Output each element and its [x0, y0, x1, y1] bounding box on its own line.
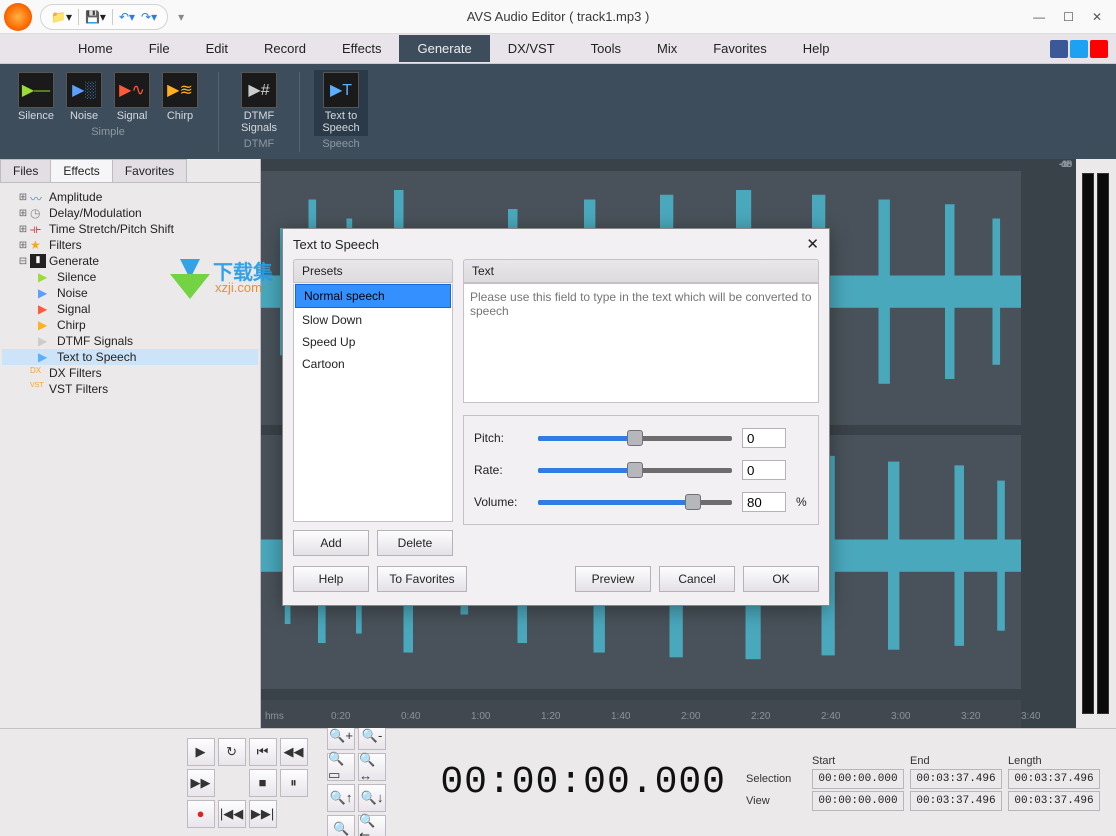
dialog-cancel-button[interactable]: Cancel [659, 566, 735, 592]
preset-add-button[interactable]: Add [293, 530, 369, 556]
volume-label: Volume: [474, 495, 528, 509]
dialog-ok-button[interactable]: OK [743, 566, 819, 592]
presets-label: Presets [293, 259, 453, 283]
preset-normal[interactable]: Normal speech [295, 284, 451, 308]
dialog-title: Text to Speech [293, 237, 379, 252]
rate-label: Rate: [474, 463, 528, 477]
volume-pct: % [796, 495, 808, 509]
pitch-input[interactable] [742, 428, 786, 448]
preset-speedup[interactable]: Speed Up [294, 331, 452, 353]
rate-slider[interactable] [538, 466, 732, 474]
preset-slowdown[interactable]: Slow Down [294, 309, 452, 331]
dialog-help-button[interactable]: Help [293, 566, 369, 592]
text-label: Text [463, 259, 819, 283]
preset-cartoon[interactable]: Cartoon [294, 353, 452, 375]
preset-delete-button[interactable]: Delete [377, 530, 453, 556]
pitch-label: Pitch: [474, 431, 528, 445]
preset-list[interactable]: Normal speech Slow Down Speed Up Cartoon [293, 284, 453, 522]
dialog-close-button[interactable]: ✕ [806, 235, 819, 253]
volume-slider[interactable] [538, 498, 732, 506]
dialog-tofav-button[interactable]: To Favorites [377, 566, 467, 592]
dialog-mask: Text to Speech ✕ Presets Normal speech S… [0, 0, 1116, 836]
rate-input[interactable] [742, 460, 786, 480]
tts-dialog: Text to Speech ✕ Presets Normal speech S… [282, 228, 830, 606]
pitch-slider[interactable] [538, 434, 732, 442]
volume-input[interactable] [742, 492, 786, 512]
tts-text-input[interactable] [463, 283, 819, 403]
dialog-preview-button[interactable]: Preview [575, 566, 651, 592]
